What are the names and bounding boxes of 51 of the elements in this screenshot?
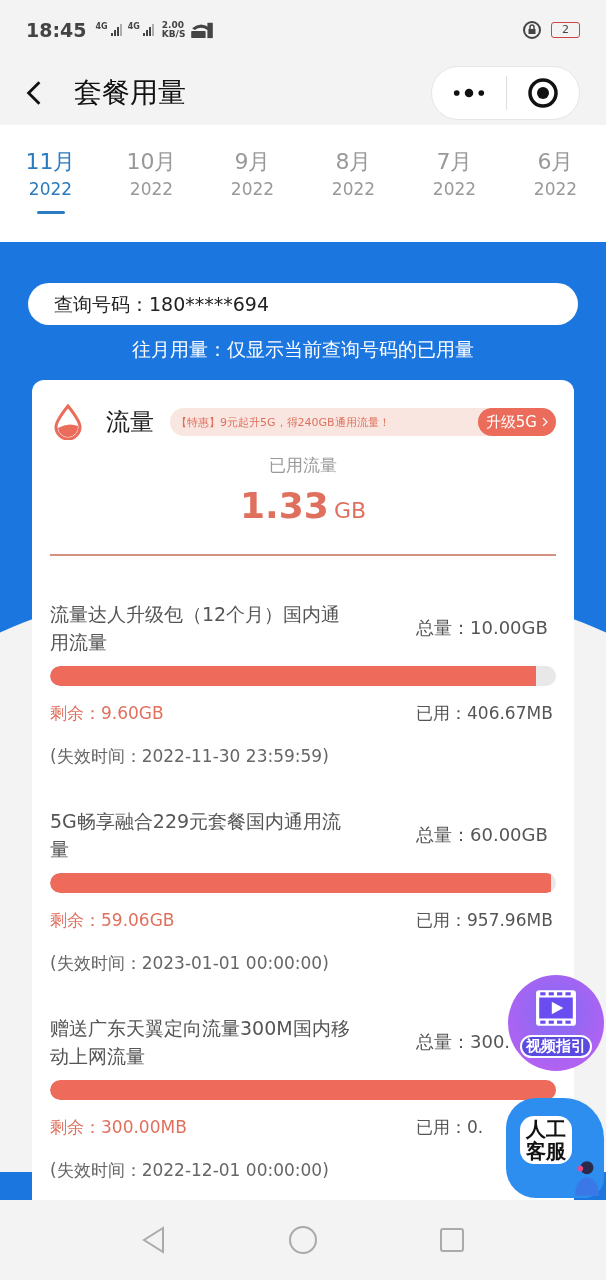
month-tab[interactable]: 10月 2022 <box>101 125 202 242</box>
agent-figure-icon <box>572 1158 600 1196</box>
used-value: 1.33 <box>239 485 329 526</box>
chevron-icon <box>542 417 548 427</box>
expiry-time: (失效时间：2023-01-01 00:00:00) <box>50 952 329 975</box>
month-tab[interactable]: 11月 2022 <box>0 125 101 242</box>
rotation-lock-icon <box>522 20 542 40</box>
package-total: 总量：60.00GB <box>416 824 548 845</box>
used-unit: GB <box>333 498 367 523</box>
remaining-amount: 剩余：9.60GB <box>50 702 164 725</box>
query-note: 往月用量：仅显示当前查询号码的已用量 <box>131 337 475 362</box>
service-label: 人工 <box>526 1118 566 1140</box>
signal-icon <box>110 24 123 36</box>
close-icon[interactable] <box>527 76 559 109</box>
used-amount: 已用：0. <box>416 1117 484 1137</box>
video-guide-label: 视频指引 <box>520 1035 592 1058</box>
package-name: 流量达人升级包（12个月）国内通用流量 <box>50 602 342 655</box>
battery-icon: 2 <box>551 22 580 38</box>
remaining-amount: 剩余：300.00MB <box>50 1116 187 1139</box>
package-name: 赠送广东天翼定向流量300M国内移动上网流量 <box>50 1016 351 1069</box>
speed-unit: KB/S <box>161 30 186 39</box>
expiry-time: (失效时间：2022-12-01 00:00:00) <box>50 1159 329 1182</box>
promo-banner[interactable]: 【特惠】9元起升5G，得240GB通用流量！ 升级5G <box>170 408 556 436</box>
used-amount: 已用：957.96MB <box>416 910 553 930</box>
more-icon[interactable] <box>452 87 486 98</box>
used-amount: 已用：406.67MB <box>416 703 553 723</box>
month-tab[interactable]: 6月 2022 <box>505 125 606 242</box>
package-total: 总量：10.00GB <box>416 617 548 638</box>
expiry-time: (失效时间：2022-11-30 23:59:59) <box>50 745 329 768</box>
remaining-amount: 剩余：59.06GB <box>50 909 175 932</box>
upgrade-button[interactable]: 升级5G <box>477 408 556 436</box>
service-label: 客服 <box>526 1140 566 1162</box>
signal-icon <box>142 24 155 36</box>
package-total: 总量：300. <box>416 1031 511 1052</box>
back-icon[interactable] <box>26 79 42 106</box>
month-tab[interactable]: 7月 2022 <box>404 125 505 242</box>
film-play-icon <box>535 989 577 1027</box>
speed-value: 2.00 <box>161 21 185 30</box>
page-title: 套餐用量 <box>74 74 186 111</box>
data-title: 流量 <box>106 407 154 438</box>
package-name: 5G畅享融合229元套餐国内通用流量 <box>50 809 343 862</box>
status-time: 18:45 <box>26 19 87 41</box>
month-tab[interactable]: 8月 2022 <box>303 125 404 242</box>
used-label: 已用流量 <box>268 454 338 477</box>
customer-service-button[interactable]: 人工 客服 <box>506 1098 604 1198</box>
water-drop-icon <box>54 404 82 440</box>
network-label: 4G <box>95 22 108 31</box>
phone-number-field: 查询号码：180*****694 <box>28 283 578 325</box>
network-label: 4G <box>127 22 140 31</box>
month-tab[interactable]: 9月 2022 <box>202 125 303 242</box>
promo-text: 【特惠】9元起升5G，得240GB通用流量！ <box>175 414 390 430</box>
